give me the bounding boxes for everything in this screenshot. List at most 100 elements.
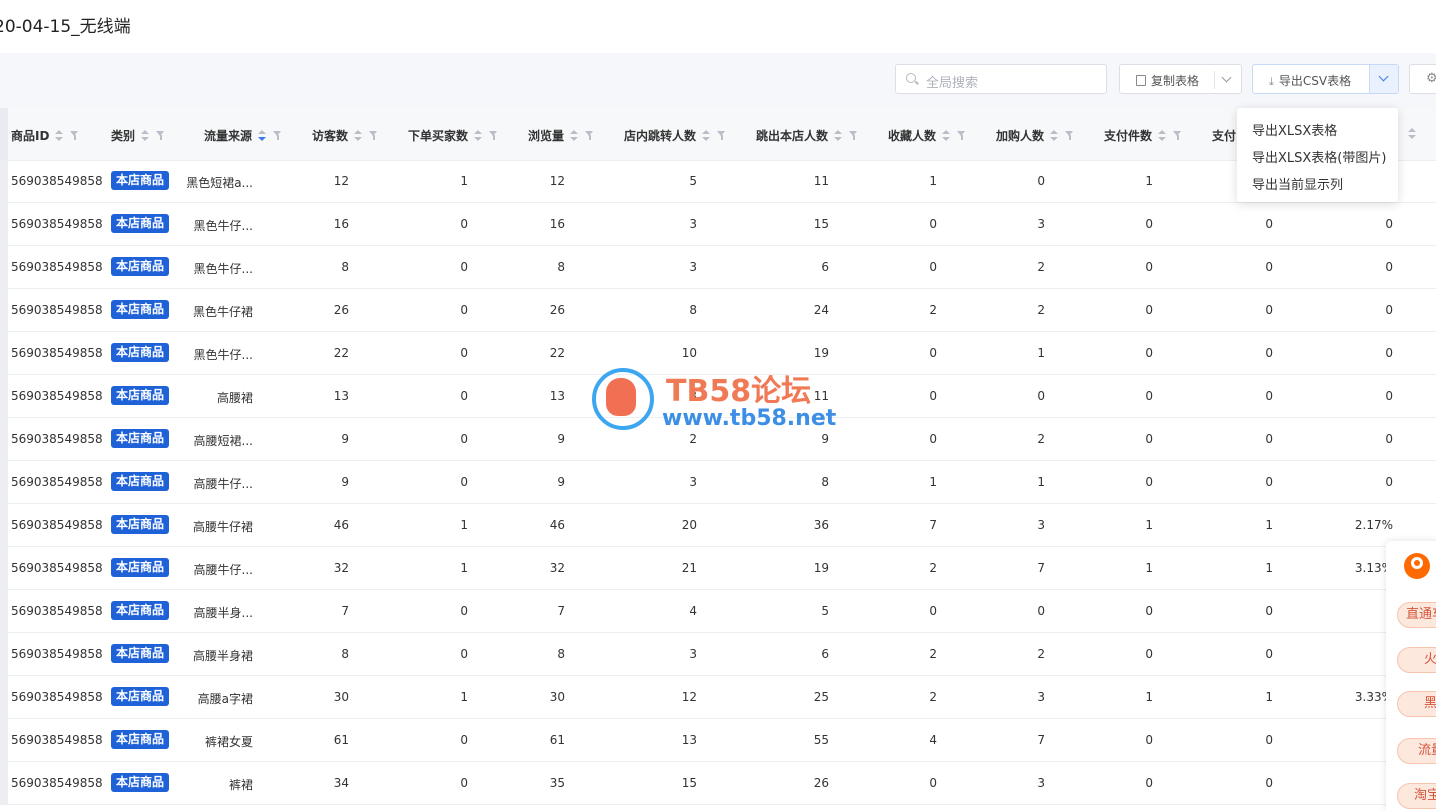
side-pill-taobao[interactable]: 淘宝 xyxy=(1397,783,1436,809)
table-row[interactable]: 569038549858 本店商品 黑色短裙a... 12 1 12 5 11 1 0 1 xyxy=(0,160,1436,203)
table-row[interactable]: 569038549858 本店商品 高腰牛仔... 9 0 9 3 8 1 1 0 0 0 xyxy=(0,461,1436,504)
column-header-add-cart[interactable]: 加购人数 xyxy=(996,127,1074,144)
sort-icon[interactable] xyxy=(55,130,64,142)
table-row[interactable]: 569038549858 本店商品 高腰半身... 7 0 7 4 5 0 0 0 0 xyxy=(0,590,1436,633)
sort-icon[interactable] xyxy=(702,130,711,142)
table-row[interactable]: 569038549858 本店商品 高腰裙 13 0 13 3 11 0 0 0 0 0 xyxy=(0,375,1436,418)
filter-icon[interactable] xyxy=(1173,131,1182,141)
table-row[interactable]: 569038549858 本店商品 高腰半身裙 8 0 8 3 6 2 2 0 0 xyxy=(0,633,1436,676)
side-pill-black[interactable]: 黑 xyxy=(1397,691,1436,717)
column-header-bounce[interactable]: 跳出本店人数 xyxy=(756,127,858,144)
filter-icon[interactable] xyxy=(156,131,165,141)
side-pill-fire[interactable]: 火 xyxy=(1397,647,1436,673)
column-header-category[interactable]: 类别 xyxy=(111,127,165,144)
cell-visitors: 9 xyxy=(341,475,349,489)
column-header-pay-qty[interactable]: 支付件数 xyxy=(1104,127,1182,144)
chevron-down-icon xyxy=(1378,71,1389,82)
cell-cart: 0 xyxy=(1037,389,1045,403)
cell-traffic-source[interactable]: 黑色短裙a... xyxy=(186,174,253,191)
plugin-logo-icon[interactable] xyxy=(1404,553,1430,579)
cell-traffic-source[interactable]: 高腰短裙... xyxy=(194,432,253,449)
column-header-pay[interactable]: 支付 xyxy=(1212,127,1236,144)
cell-traffic-source[interactable]: 高腰半身... xyxy=(194,604,253,621)
cell-traffic-source[interactable]: 高腰牛仔裙 xyxy=(193,518,253,535)
category-tag: 本店商品 xyxy=(111,515,170,534)
cell-product-id: 569038549858 xyxy=(11,561,103,575)
column-header-inner-jump[interactable]: 店内跳转人数 xyxy=(624,127,726,144)
search-input[interactable]: 全局搜索 xyxy=(895,64,1107,94)
sort-icon[interactable] xyxy=(1408,128,1416,140)
table-row[interactable]: 569038549858 本店商品 高腰牛仔... 32 1 32 21 19 2 7 1 1 3.13… xyxy=(0,547,1436,590)
cell-traffic-source[interactable]: 黑色牛仔... xyxy=(194,217,253,234)
cell-traffic-source[interactable]: 黑色牛仔... xyxy=(194,346,253,363)
filter-icon[interactable] xyxy=(717,131,726,141)
filter-icon[interactable] xyxy=(489,131,498,141)
cell-traffic-source[interactable]: 黑色牛仔裙 xyxy=(193,303,253,320)
filter-icon[interactable] xyxy=(849,131,858,141)
sort-icon[interactable] xyxy=(570,130,579,142)
table-row[interactable]: 569038549858 本店商品 裤裙女夏 61 0 61 13 55 4 7 0 0 xyxy=(0,719,1436,762)
filter-icon[interactable] xyxy=(957,131,966,141)
cell-traffic-source[interactable]: 高腰牛仔... xyxy=(194,561,253,578)
table-row[interactable]: 569038549858 本店商品 黑色牛仔... 22 0 22 10 19 0 1 0 0 0 xyxy=(0,332,1436,375)
sort-icon[interactable] xyxy=(474,130,483,142)
cell-traffic-source[interactable]: 裤裙 xyxy=(229,776,253,793)
table-row[interactable]: 569038549858 本店商品 黑色牛仔... 16 0 16 3 15 0 3 0 0 0 xyxy=(0,203,1436,246)
cell-pay-buyers: 0 xyxy=(1265,776,1273,790)
export-dropdown-toggle[interactable] xyxy=(1369,65,1398,93)
settings-button[interactable]: ⚙ xyxy=(1409,64,1436,94)
table-row[interactable]: 569038549858 本店商品 黑色牛仔... 8 0 8 3 6 0 2 0 0 0 xyxy=(0,246,1436,289)
export-csv-button[interactable]: ⤓ 导出CSV表格 xyxy=(1252,64,1399,94)
menu-item-export-visible-columns[interactable]: 导出当前显示列 xyxy=(1252,174,1343,193)
table-row[interactable]: 569038549858 本店商品 黑色牛仔裙 26 0 26 8 24 2 2 0 0 0 xyxy=(0,289,1436,332)
filter-icon[interactable] xyxy=(369,131,378,141)
cell-fav: 0 xyxy=(929,604,937,618)
cell-bounce: 25 xyxy=(813,690,829,704)
cell-traffic-source[interactable]: 高腰a字裙 xyxy=(198,690,253,707)
menu-item-export-xlsx[interactable]: 导出XLSX表格 xyxy=(1252,120,1337,139)
header-edge xyxy=(0,108,8,160)
filter-icon[interactable] xyxy=(70,131,79,141)
cell-traffic-source[interactable]: 高腰半身裙 xyxy=(193,647,253,664)
filter-icon[interactable] xyxy=(1065,131,1074,141)
filter-icon[interactable] xyxy=(585,131,594,141)
cell-buyers: 0 xyxy=(460,776,468,790)
cell-views: 30 xyxy=(549,690,565,704)
cell-traffic-source[interactable]: 裤裙女夏 xyxy=(205,733,253,750)
column-header-product-id[interactable]: 商品ID xyxy=(11,127,79,144)
cell-fav: 0 xyxy=(929,389,937,403)
column-header-visitors[interactable]: 访客数 xyxy=(312,127,378,144)
table-row[interactable]: 569038549858 本店商品 裤裙 34 0 35 15 26 0 3 0 0 xyxy=(0,762,1436,805)
category-tag: 本店商品 xyxy=(111,730,170,749)
column-header-page-views[interactable]: 浏览量 xyxy=(528,127,594,144)
cell-product-id: 569038549858 xyxy=(11,260,103,274)
menu-item-export-xlsx-images[interactable]: 导出XLSX表格(带图片) xyxy=(1252,147,1386,166)
sort-icon[interactable] xyxy=(1050,130,1059,142)
side-pill-through-train[interactable]: 直通车 xyxy=(1397,602,1436,628)
chevron-down-icon[interactable] xyxy=(1221,72,1232,83)
column-header-favorites[interactable]: 收藏人数 xyxy=(888,127,966,144)
copy-table-button[interactable]: 复制表格 xyxy=(1119,64,1242,94)
sort-icon[interactable] xyxy=(141,130,150,142)
sort-icon[interactable] xyxy=(834,130,843,142)
table-row[interactable]: 569038549858 本店商品 高腰短裙... 9 0 9 2 9 0 2 0 0 0 xyxy=(0,418,1436,461)
side-pill-traffic[interactable]: 流量 xyxy=(1397,738,1436,764)
sort-icon[interactable] xyxy=(354,130,363,142)
cell-traffic-source[interactable]: 高腰牛仔... xyxy=(194,475,253,492)
column-header-rate-controls[interactable] xyxy=(1402,127,1416,141)
sort-icon[interactable] xyxy=(1158,130,1167,142)
sort-icon[interactable] xyxy=(942,130,951,142)
table-row[interactable]: 569038549858 本店商品 高腰a字裙 30 1 30 12 25 2 3 1 1 3.33% xyxy=(0,676,1436,719)
column-header-order-buyers[interactable]: 下单买家数 xyxy=(408,127,498,144)
table-row[interactable]: 569038549858 本店商品 高腰牛仔裙 46 1 46 20 36 7 3 1 1 2.17% xyxy=(0,504,1436,547)
cell-views: 26 xyxy=(549,303,565,317)
column-header-traffic-source[interactable]: 流量来源 xyxy=(204,127,282,144)
copy-table-label: 复制表格 xyxy=(1151,74,1200,88)
cell-product-id: 569038549858 xyxy=(11,518,103,532)
cell-visitors: 16 xyxy=(333,217,349,231)
sort-desc-icon[interactable] xyxy=(258,130,267,142)
filter-icon[interactable] xyxy=(273,131,282,141)
cell-views: 16 xyxy=(549,217,565,231)
cell-traffic-source[interactable]: 高腰裙 xyxy=(217,389,253,406)
cell-traffic-source[interactable]: 黑色牛仔... xyxy=(194,260,253,277)
